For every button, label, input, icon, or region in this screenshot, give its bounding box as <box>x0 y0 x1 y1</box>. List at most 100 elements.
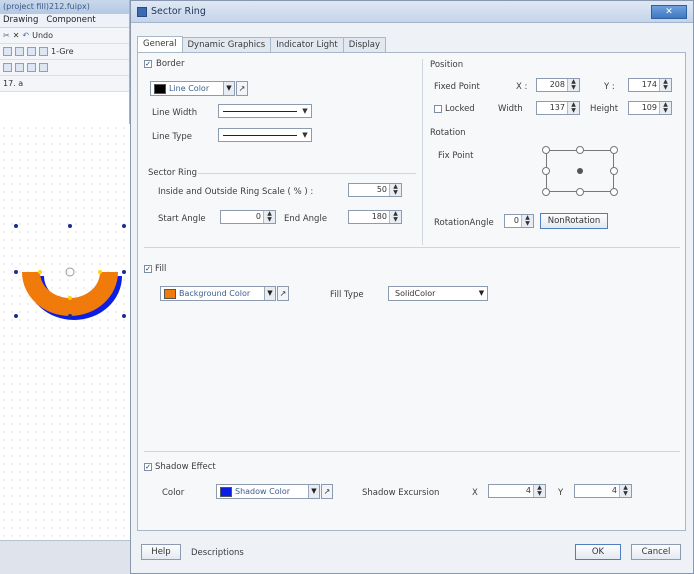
spinner-icon[interactable]: ▲ ▼ <box>533 485 545 497</box>
fix-point-label: Fix Point <box>438 151 474 161</box>
spinner-icon[interactable]: ▲ ▼ <box>389 184 401 196</box>
toolbar-text[interactable]: 1-Gre <box>51 47 74 56</box>
sector-ring-shape[interactable] <box>0 124 130 540</box>
undo-icon[interactable]: ↶ <box>22 31 29 40</box>
fix-point-handle[interactable] <box>610 188 618 196</box>
menu-drawing[interactable]: Drawing <box>3 15 38 26</box>
background-color-dropdown[interactable]: Background Color ▼ <box>160 286 276 301</box>
cancel-button[interactable]: Cancel <box>631 544 681 560</box>
fix-point-handle[interactable] <box>610 146 618 154</box>
fix-point-center[interactable] <box>577 168 583 174</box>
close-icon[interactable]: ✕ <box>13 31 20 40</box>
spinner-icon[interactable]: ▲ ▼ <box>659 102 671 114</box>
spinner-icon[interactable]: ▲ ▼ <box>521 215 533 227</box>
position-x-value: 208 <box>549 80 565 89</box>
tool-icon[interactable] <box>15 47 24 56</box>
tab-display[interactable]: Display <box>342 37 387 52</box>
start-angle-value: 0 <box>255 212 261 221</box>
spinner-icon[interactable]: ▲ ▼ <box>659 79 671 91</box>
chevron-down-icon: ▼ <box>264 287 275 300</box>
spinner-icon[interactable]: ▲ ▼ <box>389 211 401 223</box>
close-button[interactable]: ✕ <box>651 5 687 19</box>
tab-indicator-light[interactable]: Indicator Light <box>270 37 344 52</box>
eyedropper-icon: ↗ <box>279 289 287 298</box>
fill-label: Fill <box>155 264 167 274</box>
vertical-divider <box>422 59 423 245</box>
fix-point-selector[interactable] <box>542 146 618 196</box>
fix-point-handle[interactable] <box>542 167 550 175</box>
fixed-point-label: Fixed Point <box>434 82 480 92</box>
tool-icon[interactable] <box>39 47 48 56</box>
line-color-label: Line Color <box>169 84 210 93</box>
shadow-color-dropdown[interactable]: Shadow Color ▼ <box>216 484 320 499</box>
line-width-label: Line Width <box>152 108 198 118</box>
shadow-y-input[interactable]: 4 ▲ ▼ <box>574 484 632 498</box>
ring-scale-input[interactable]: 50 ▲ ▼ <box>348 183 402 197</box>
background-color-swatch <box>164 288 176 299</box>
tool-icon[interactable] <box>3 63 12 72</box>
cut-icon[interactable]: ✂ <box>3 31 10 40</box>
background-color-picker-button[interactable]: ↗ <box>277 286 289 301</box>
end-angle-input[interactable]: 180 ▲ ▼ <box>348 210 402 224</box>
fill-type-dropdown[interactable]: SolidColor ▼ <box>388 286 488 301</box>
line-type-label: Line Type <box>152 132 192 142</box>
width-input[interactable]: 137 ▲ ▼ <box>536 101 580 115</box>
menu-component[interactable]: Component <box>46 15 95 26</box>
tab-dynamic-graphics[interactable]: Dynamic Graphics <box>181 37 272 52</box>
rotation-angle-label: RotationAngle <box>434 218 494 228</box>
line-type-dropdown[interactable]: ▼ <box>218 128 312 142</box>
tab-general[interactable]: General <box>137 36 183 52</box>
fix-point-handle[interactable] <box>576 146 584 154</box>
tool-icon[interactable] <box>39 63 48 72</box>
rotation-angle-input[interactable]: 0 ▲ ▼ <box>504 214 534 228</box>
x-label: X : <box>516 82 528 92</box>
shadow-checkbox[interactable]: ✓ <box>144 463 152 471</box>
fix-point-handle[interactable] <box>542 188 550 196</box>
line-width-dropdown[interactable]: ▼ <box>218 104 312 118</box>
spinner-icon[interactable]: ▲ ▼ <box>619 485 631 497</box>
height-value: 109 <box>641 103 657 112</box>
undo-button[interactable]: Undo <box>32 31 53 40</box>
tool-icon[interactable] <box>27 47 36 56</box>
general-panel: ✓ Border Line Color ▼ ↗ Line Width ▼ Lin… <box>137 52 686 531</box>
shadow-y-label: Y <box>558 488 564 498</box>
locked-checkbox[interactable] <box>434 105 442 113</box>
fill-type-label: Fill Type <box>330 290 364 300</box>
descriptions-link[interactable]: Descriptions <box>191 548 244 558</box>
dialog-titlebar: Sector Ring <box>131 1 693 23</box>
position-x-input[interactable]: 208 ▲ ▼ <box>536 78 580 92</box>
spinner-icon[interactable]: ▲ ▼ <box>263 211 275 223</box>
start-angle-input[interactable]: 0 ▲ ▼ <box>220 210 276 224</box>
help-button[interactable]: Help <box>141 544 181 560</box>
editor-title: (project fill)212.fuipx) <box>0 0 129 14</box>
tool-icon[interactable] <box>3 47 12 56</box>
spinner-icon[interactable]: ▲ ▼ <box>567 102 579 114</box>
line-color-picker-button[interactable]: ↗ <box>236 81 248 96</box>
tool-icon[interactable] <box>27 63 36 72</box>
fill-type-value: SolidColor <box>395 289 436 298</box>
fill-checkbox[interactable]: ✓ <box>144 265 152 273</box>
height-input[interactable]: 109 ▲ ▼ <box>628 101 672 115</box>
rotation-angle-value: 0 <box>513 216 519 225</box>
fix-point-handle[interactable] <box>610 167 618 175</box>
sector-ring-dialog: Sector Ring ✕ General Dynamic Graphics I… <box>130 0 694 574</box>
width-label: Width <box>498 104 523 114</box>
chevron-down-icon: ▼ <box>308 485 319 498</box>
line-color-dropdown[interactable]: Line Color ▼ <box>150 81 235 96</box>
tool-icon[interactable] <box>15 63 24 72</box>
ok-button[interactable]: OK <box>575 544 621 560</box>
design-canvas[interactable] <box>0 124 130 540</box>
border-label: Border <box>156 59 185 69</box>
position-y-input[interactable]: 174 ▲ ▼ <box>628 78 672 92</box>
shadow-x-input[interactable]: 4 ▲ ▼ <box>488 484 546 498</box>
shadow-color-picker-button[interactable]: ↗ <box>321 484 333 499</box>
fix-point-handle[interactable] <box>576 188 584 196</box>
spinner-icon[interactable]: ▲ ▼ <box>567 79 579 91</box>
chevron-down-icon: ▼ <box>476 287 487 300</box>
line-preview <box>223 111 297 112</box>
shadow-color-label: Color <box>162 488 185 498</box>
border-checkbox[interactable]: ✓ <box>144 60 152 68</box>
fix-point-handle[interactable] <box>542 146 550 154</box>
ring-scale-value: 50 <box>376 185 387 194</box>
non-rotation-button[interactable]: NonRotation <box>540 213 608 229</box>
